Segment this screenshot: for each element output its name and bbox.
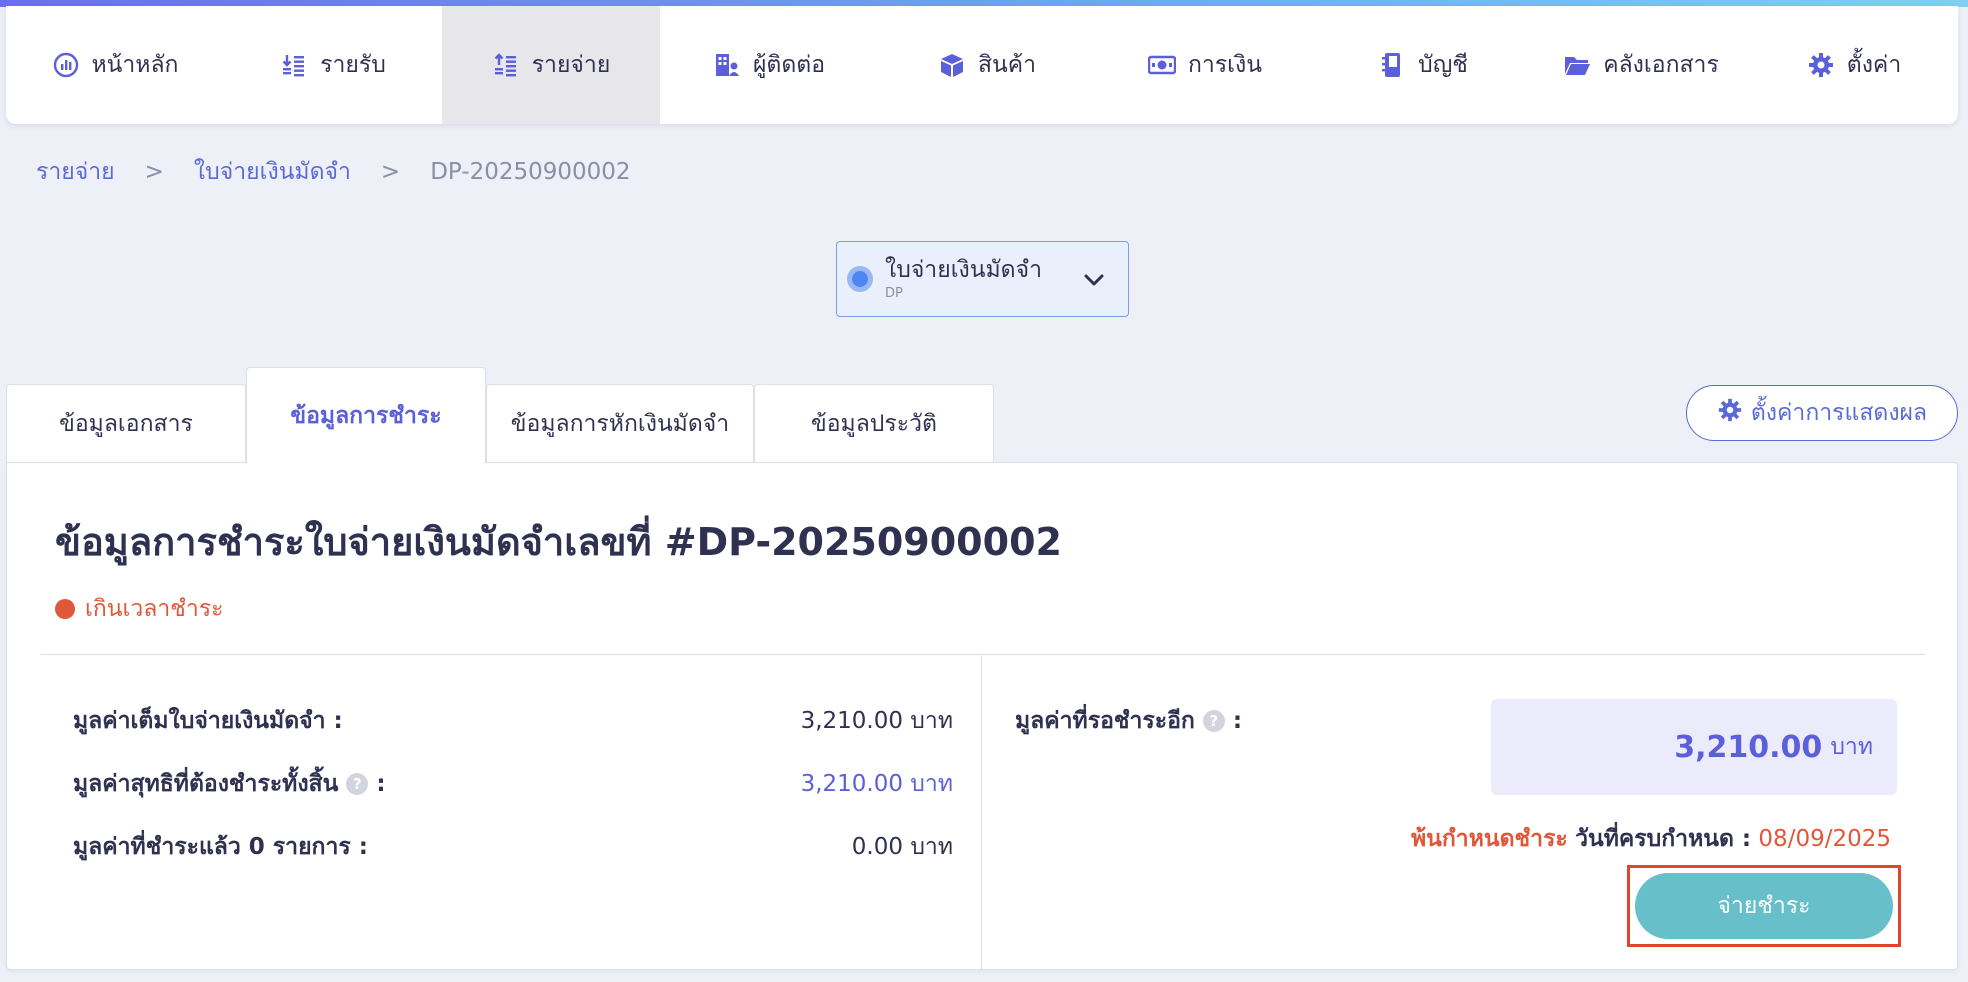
display-settings-button[interactable]: ตั้งค่าการแสดงผล: [1686, 385, 1958, 441]
status-label: เกินเวลาชำระ: [85, 596, 224, 622]
due-date-value: 08/09/2025: [1758, 826, 1891, 852]
tab-label: ข้อมูลการหักเงินมัดจำ: [510, 411, 730, 437]
nav-item-finance[interactable]: การเงิน: [1096, 6, 1314, 124]
chevron-down-icon: [1080, 266, 1108, 294]
expense-icon: [492, 51, 520, 79]
paid-amount-label: มูลค่าที่ชำระแล้ว 0 รายการ :: [73, 829, 368, 865]
nav-item-income[interactable]: รายรับ: [224, 6, 442, 124]
full-amount-value: 3,210.00 บาท: [800, 708, 953, 734]
tab-deposit-deduction-info[interactable]: ข้อมูลการหักเงินมัดจำ: [486, 384, 754, 464]
radio-selected-icon: [847, 266, 873, 292]
net-amount-value: 3,210.00 บาท: [800, 771, 953, 797]
status-badge: เกินเวลาชำระ: [55, 591, 224, 627]
display-settings-label: ตั้งค่าการแสดงผล: [1750, 400, 1928, 426]
paid-amount-value: 0.00 บาท: [851, 834, 953, 860]
tab-label: ข้อมูลเอกสาร: [59, 411, 193, 437]
nav-item-label: ผู้ติดต่อ: [752, 52, 826, 78]
nav-item-expense[interactable]: รายจ่าย: [442, 6, 660, 124]
remaining-amount-value: 3,210.00: [1674, 729, 1823, 765]
remaining-amount-label-text: มูลค่าที่รอชำระอีก: [1015, 708, 1195, 734]
breadcrumb-separator: >: [144, 159, 164, 185]
income-icon: [280, 51, 308, 79]
net-amount-label-text: มูลค่าสุทธิที่ต้องชำระทั้งสิ้น: [73, 771, 339, 797]
gear-icon: [1807, 51, 1835, 79]
nav-item-label: สินค้า: [977, 52, 1037, 78]
breadcrumb-deposit-payment-link[interactable]: ใบจ่ายเงินมัดจำ: [194, 154, 351, 190]
main-navigation: หน้าหลัก รายรับ รายจ่าย ผู้ติดต่อ สินค้า…: [6, 6, 1958, 124]
dashboard-icon: [52, 51, 80, 79]
nav-item-label: รายจ่าย: [531, 52, 611, 78]
page-title: ข้อมูลการชำระใบจ่ายเงินมัดจำเลขที่ #DP-2…: [55, 520, 1062, 564]
full-amount-label: มูลค่าเต็มใบจ่ายเงินมัดจำ :: [73, 703, 343, 739]
nav-item-label: บัญชี: [1418, 52, 1468, 78]
remaining-amount-label: มูลค่าที่รอชำระอีก ? :: [1015, 703, 1242, 739]
status-dot-icon: [55, 599, 75, 619]
remaining-amount-label-suffix: :: [1232, 708, 1243, 734]
help-icon[interactable]: ?: [1202, 710, 1225, 732]
document-type-text: ใบจ่ายเงินมัดจำ DP: [885, 256, 1042, 302]
tab-payment-info[interactable]: ข้อมูลการชำระ: [246, 367, 486, 464]
due-date-label: วันที่ครบกำหนด :: [1575, 826, 1752, 852]
column-divider: [981, 654, 982, 971]
nav-item-label: หน้าหลัก: [91, 52, 179, 78]
remaining-amount-box: 3,210.00 บาท: [1491, 699, 1897, 795]
nav-item-label: รายรับ: [320, 52, 386, 78]
document-type-label: ใบจ่ายเงินมัดจำ: [885, 257, 1043, 283]
document-type-select[interactable]: ใบจ่ายเงินมัดจำ DP: [836, 241, 1129, 317]
document-type-code: DP: [885, 286, 903, 301]
account-book-icon: [1378, 51, 1406, 79]
breadcrumb: รายจ่าย > ใบจ่ายเงินมัดจำ > DP-202509000…: [36, 154, 631, 190]
nav-item-label: ตั้งค่า: [1846, 52, 1902, 78]
nav-item-home[interactable]: หน้าหลัก: [6, 6, 224, 124]
pay-button[interactable]: จ่ายชำระ: [1635, 873, 1893, 939]
due-date-line: พ้นกำหนดชำระ วันที่ครบกำหนด : 08/09/2025: [1411, 821, 1891, 857]
money-icon: [1147, 51, 1176, 79]
tab-label: ข้อมูลการชำระ: [290, 402, 442, 429]
nav-item-accounts[interactable]: บัญชี: [1314, 6, 1532, 124]
nav-item-contacts[interactable]: ผู้ติดต่อ: [660, 6, 878, 124]
paid-amount-label-text: มูลค่าที่ชำระแล้ว 0 รายการ :: [73, 834, 368, 860]
payment-info-panel: ข้อมูลการชำระใบจ่ายเงินมัดจำเลขที่ #DP-2…: [6, 462, 1958, 971]
nav-item-label: การเงิน: [1187, 52, 1262, 78]
nav-item-label: คลังเอกสาร: [1603, 52, 1719, 78]
gear-icon: [1717, 397, 1743, 429]
full-amount-label-text: มูลค่าเต็มใบจ่ายเงินมัดจำ :: [73, 708, 343, 734]
overdue-text: พ้นกำหนดชำระ: [1411, 826, 1568, 852]
breadcrumb-expense-link[interactable]: รายจ่าย: [36, 154, 115, 190]
net-amount-label: มูลค่าสุทธิที่ต้องชำระทั้งสิ้น ? :: [73, 766, 386, 802]
remaining-amount-unit: บาท: [1830, 734, 1873, 760]
nav-item-settings[interactable]: ตั้งค่า: [1750, 6, 1958, 124]
folder-icon: [1563, 51, 1591, 79]
net-amount-label-suffix: :: [376, 771, 386, 797]
help-icon[interactable]: ?: [346, 773, 369, 795]
breadcrumb-current-document: DP-20250900002: [430, 159, 631, 185]
contacts-icon: [713, 51, 741, 79]
tab-document-info[interactable]: ข้อมูลเอกสาร: [6, 384, 246, 464]
product-box-icon: [938, 51, 966, 79]
nav-item-products[interactable]: สินค้า: [878, 6, 1096, 124]
nav-item-documents[interactable]: คลังเอกสาร: [1532, 6, 1750, 124]
tab-history-info[interactable]: ข้อมูลประวัติ: [754, 384, 994, 464]
tab-label: ข้อมูลประวัติ: [811, 411, 937, 437]
breadcrumb-separator: >: [380, 159, 401, 185]
section-divider: [41, 654, 1925, 655]
